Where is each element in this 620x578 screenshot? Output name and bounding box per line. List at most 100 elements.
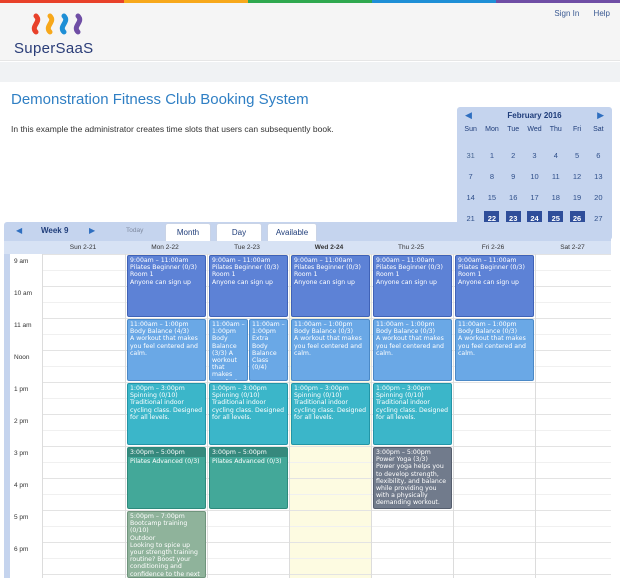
event-pilates-beginner[interactable]: 9:00am – 11:00am Pilates Beginner (0/3) …: [455, 255, 534, 317]
event-title: Pilates Beginner (0/3): [458, 264, 525, 272]
event-pilates-advanced[interactable]: 3:00pm – 5:00pm Pilates Advanced (0/3): [127, 447, 206, 509]
event-pilates-beginner[interactable]: 9:00am – 11:00am Pilates Beginner (0/3) …: [373, 255, 452, 317]
event-time: 3:00pm – 5:00pm: [128, 448, 205, 458]
event-desc: Looking to spice up your strength traini…: [130, 541, 200, 578]
time-grid[interactable]: 9 am 10 am 11 am Noon 1 pm 2 pm 3 pm 4 p…: [10, 254, 611, 578]
calendar-day-number: 10: [530, 172, 539, 181]
event-time: 9:00am – 11:00am: [130, 257, 189, 264]
event-desc: Traditional indoor cycling class. Design…: [212, 399, 285, 421]
time-label: Noon: [14, 354, 30, 361]
column-line: [289, 254, 290, 578]
event-title: Body Balance (4/3): [130, 328, 190, 336]
weekday-label: Thu: [549, 126, 562, 133]
event-body-balance[interactable]: 11:00am – 1:00pm Body Balance (0/3) A wo…: [455, 319, 534, 381]
event-desc: Traditional indoor cycling class. Design…: [294, 399, 367, 421]
event-room: Room 1: [212, 271, 236, 279]
sign-in-link[interactable]: Sign In: [554, 9, 579, 18]
calendar-day[interactable]: 19: [566, 187, 587, 208]
event-body-balance[interactable]: 11:00am – 1:00pm Body Balance (0/3) A wo…: [291, 319, 370, 381]
calendar-day[interactable]: 13: [588, 166, 609, 187]
calendar-day[interactable]: 4: [545, 145, 566, 166]
calendar-day[interactable]: 14: [460, 187, 481, 208]
event-time: 11:00am – 1:00pm: [252, 321, 285, 336]
event-pilates-beginner[interactable]: 9:00am – 11:00am Pilates Beginner (0/3) …: [209, 255, 288, 317]
calendar-day[interactable]: 20: [588, 187, 609, 208]
event-location: Outdoor: [130, 534, 156, 542]
calendar-day[interactable]: 6: [588, 145, 609, 166]
calendar-day[interactable]: 15: [481, 187, 502, 208]
calendar-day[interactable]: 10: [524, 166, 545, 187]
calendar-day[interactable]: 31: [460, 145, 481, 166]
day-header[interactable]: Sun 2-21: [42, 241, 124, 254]
day-header[interactable]: Thu 2-25: [370, 241, 452, 254]
event-room: Room 1: [458, 271, 482, 279]
time-label: 6 pm: [14, 546, 29, 553]
help-link[interactable]: Help: [594, 9, 610, 18]
logo-icon: [31, 13, 83, 35]
event-pilates-beginner-full[interactable]: 9:00am – 11:00am Pilates Beginner (0/3) …: [291, 255, 370, 317]
event-time: 1:00pm – 3:00pm: [376, 385, 431, 392]
calendar-day-number: 8: [489, 172, 494, 181]
event-spinning[interactable]: 1:00pm – 3:00pm Spinning (0/10) Traditio…: [373, 383, 452, 445]
time-label: 5 pm: [14, 514, 29, 521]
time-label: 2 pm: [14, 418, 29, 425]
calendar-day[interactable]: 16: [503, 187, 524, 208]
event-body-balance[interactable]: 11:00am – 1:00pm Body Balance (4/3) A wo…: [127, 319, 206, 381]
event-pilates-advanced[interactable]: 3:00pm – 5:00pm Pilates Advanced (0/3): [209, 447, 288, 509]
event-body-balance[interactable]: 11:00am – 1:00pm Body Balance (0/3) A wo…: [373, 319, 452, 381]
calendar-day-number: 19: [572, 193, 582, 202]
calendar-day[interactable]: 9: [503, 166, 524, 187]
weekday-label: Sun: [464, 126, 477, 133]
event-title: Spinning (0/10): [130, 392, 178, 400]
column-line: [371, 254, 372, 578]
day-header-row: Sun 2-21 Mon 2-22 Tue 2-23 Wed 2-24 Thu …: [4, 241, 611, 254]
calendar-day[interactable]: 3: [524, 145, 545, 166]
prev-week-icon[interactable]: ◀: [16, 226, 22, 235]
prev-month-icon[interactable]: ◀: [465, 110, 472, 121]
event-note: Anyone can sign up: [376, 278, 437, 286]
time-label: 3 pm: [14, 450, 29, 457]
event-spinning[interactable]: 1:00pm – 3:00pm Spinning (0/10) Traditio…: [291, 383, 370, 445]
event-spinning[interactable]: 1:00pm – 3:00pm Spinning (0/10) Traditio…: [209, 383, 288, 445]
calendar-day[interactable]: 2: [503, 145, 524, 166]
event-title: Pilates Advanced (0/3): [212, 458, 282, 466]
day-header[interactable]: Sat 2-27: [534, 241, 611, 254]
calendar-day[interactable]: 1: [481, 145, 502, 166]
event-spinning[interactable]: 1:00pm – 3:00pm Spinning (0/10) Traditio…: [127, 383, 206, 445]
day-header-today[interactable]: Wed 2-24: [288, 241, 370, 254]
time-label: 9 am: [14, 258, 29, 265]
event-pilates-beginner[interactable]: 9:00am – 11:00am Pilates Beginner (0/3) …: [127, 255, 206, 317]
calendar-day[interactable]: 11: [545, 166, 566, 187]
event-bootcamp[interactable]: 5:00pm – 7:00pm Bootcamp training (0/10)…: [127, 511, 206, 578]
event-title: Bootcamp training (0/10): [130, 520, 188, 535]
column-line: [125, 254, 126, 578]
event-body-balance-full[interactable]: 11:00am – 1:00pm Body Balance (3/3) A wo…: [209, 319, 248, 381]
calendar-day[interactable]: 7: [460, 166, 481, 187]
tab-day[interactable]: Day: [216, 223, 262, 241]
calendar-day-number: 15: [487, 193, 497, 202]
calendar-day[interactable]: 17: [524, 187, 545, 208]
next-month-icon[interactable]: ▶: [597, 110, 604, 121]
day-header[interactable]: Tue 2-23: [206, 241, 288, 254]
sub-bar: [0, 62, 620, 82]
column-line: [535, 254, 536, 578]
event-desc: A workout that makes you feel centered a…: [294, 335, 362, 357]
tab-available[interactable]: Available: [267, 223, 317, 241]
event-power-yoga-full[interactable]: 3:00pm – 5:00pm Power Yoga (3/3) Power y…: [373, 447, 452, 509]
calendar-day[interactable]: 5: [566, 145, 587, 166]
tab-month[interactable]: Month: [165, 223, 211, 241]
event-extra-body-balance[interactable]: 11:00am – 1:00pm Extra Body Balance Clas…: [249, 319, 288, 381]
calendar-day[interactable]: 12: [566, 166, 587, 187]
weekday-label: Mon: [485, 126, 499, 133]
calendar-day-number: 5: [574, 151, 580, 160]
calendar-day-number: 7: [468, 172, 473, 181]
calendar-day[interactable]: 8: [481, 166, 502, 187]
today-button[interactable]: Today: [126, 227, 143, 234]
calendar-day[interactable]: 18: [545, 187, 566, 208]
next-week-icon[interactable]: ▶: [89, 226, 95, 235]
day-header[interactable]: Fri 2-26: [452, 241, 534, 254]
logo[interactable]: SuperSaaS: [14, 10, 124, 58]
event-desc: Body Balance (3/3) A workout that makes …: [212, 335, 237, 380]
event-note: Anyone can sign up: [458, 278, 519, 286]
day-header[interactable]: Mon 2-22: [124, 241, 206, 254]
